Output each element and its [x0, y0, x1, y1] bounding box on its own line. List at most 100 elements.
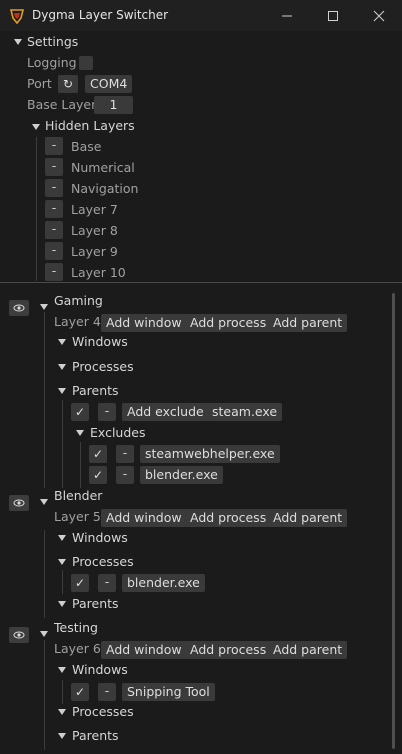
visibility-toggle[interactable]	[9, 627, 29, 643]
tree-guide	[62, 400, 63, 488]
layer-name: Gaming	[54, 293, 103, 308]
minimize-button[interactable]	[264, 0, 310, 31]
hidden-layers-header[interactable]: Hidden Layers	[45, 118, 135, 133]
enabled-checkbox[interactable]: ✓	[71, 574, 89, 592]
enabled-checkbox[interactable]: ✓	[89, 466, 107, 484]
refresh-icon: ↻	[62, 77, 74, 91]
windows-collapse-arrow[interactable]	[58, 339, 66, 345]
add-window-button[interactable]: Add window	[101, 509, 187, 527]
unhide-layer-button[interactable]: -	[45, 242, 63, 260]
processes-collapse-arrow[interactable]	[58, 559, 66, 565]
processes-collapse-arrow[interactable]	[58, 709, 66, 715]
divider	[0, 282, 402, 283]
tree-guide	[80, 442, 81, 488]
windows-collapse-arrow[interactable]	[58, 667, 66, 673]
unhide-layer-button[interactable]: -	[45, 179, 63, 197]
title-bar: Dygma Layer Switcher	[0, 0, 402, 31]
parents-collapse-arrow[interactable]	[58, 733, 66, 739]
port-label: Port	[27, 76, 52, 91]
remove-button[interactable]: -	[98, 683, 116, 701]
eye-icon	[13, 304, 25, 312]
window-entry[interactable]: Snipping Tool	[122, 683, 215, 701]
process-entry[interactable]: blender.exe	[122, 574, 205, 592]
layer-collapse-arrow[interactable]	[40, 631, 48, 637]
layer-collapse-arrow[interactable]	[40, 499, 48, 505]
base-layer-input[interactable]: 1	[94, 96, 133, 114]
window-title: Dygma Layer Switcher	[32, 8, 169, 22]
hidden-layer-label: Numerical	[71, 160, 135, 175]
enabled-checkbox[interactable]: ✓	[71, 403, 89, 421]
base-layer-label: Base Layer	[27, 97, 97, 112]
layer-collapse-arrow[interactable]	[40, 304, 48, 310]
remove-button[interactable]: -	[116, 466, 134, 484]
exclude-entry[interactable]: steamwebhelper.exe	[140, 445, 280, 463]
parent-entry[interactable]: steam.exe	[207, 403, 283, 421]
logging-label: Logging	[27, 55, 77, 70]
hidden-layer-label: Layer 8	[71, 223, 118, 238]
processes-collapse-arrow[interactable]	[58, 364, 66, 370]
add-parent-button[interactable]: Add parent	[268, 314, 348, 332]
hidden-layer-label: Layer 7	[71, 202, 118, 217]
excludes-group: Excludes	[90, 425, 146, 440]
visibility-toggle[interactable]	[9, 300, 29, 316]
unhide-layer-button[interactable]: -	[45, 221, 63, 239]
add-process-button[interactable]: Add process	[185, 641, 272, 659]
windows-group: Windows	[72, 334, 128, 349]
parents-collapse-arrow[interactable]	[58, 601, 66, 607]
close-button[interactable]	[356, 0, 402, 31]
add-parent-button[interactable]: Add parent	[268, 641, 348, 659]
layer-name: Testing	[54, 620, 98, 635]
minimize-icon	[282, 15, 292, 16]
dygma-logo-icon	[9, 9, 25, 24]
tree-guide	[44, 312, 45, 488]
enabled-checkbox[interactable]: ✓	[89, 445, 107, 463]
settings-header[interactable]: Settings	[27, 34, 78, 49]
parents-collapse-arrow[interactable]	[58, 388, 66, 394]
tree-guide	[62, 570, 63, 594]
parents-group: Parents	[72, 596, 119, 611]
hidden-layer-label: Base	[71, 139, 102, 154]
unhide-layer-button[interactable]: -	[45, 158, 63, 176]
add-exclude-button[interactable]: Add exclude	[122, 403, 209, 421]
close-icon	[373, 10, 385, 21]
eye-icon	[13, 499, 25, 507]
eye-icon	[13, 631, 25, 639]
maximize-button[interactable]	[310, 0, 356, 31]
hidden-layers-collapse-arrow[interactable]	[32, 124, 40, 130]
remove-button[interactable]: -	[116, 445, 134, 463]
layer-number: Layer 6	[54, 641, 101, 656]
windows-group: Windows	[72, 530, 128, 545]
hidden-layer-label: Layer 9	[71, 244, 118, 259]
exclude-entry[interactable]: blender.exe	[140, 466, 223, 484]
add-process-button[interactable]: Add process	[185, 509, 272, 527]
scrollbar[interactable]	[392, 293, 395, 749]
tree-guide	[44, 530, 45, 618]
add-window-button[interactable]: Add window	[101, 641, 187, 659]
settings-collapse-arrow[interactable]	[14, 39, 22, 45]
processes-group: Processes	[72, 359, 134, 374]
enabled-checkbox[interactable]: ✓	[71, 683, 89, 701]
remove-button[interactable]: -	[98, 403, 116, 421]
excludes-collapse-arrow[interactable]	[76, 430, 84, 436]
processes-group: Processes	[72, 704, 134, 719]
remove-button[interactable]: -	[98, 574, 116, 592]
processes-group: Processes	[72, 554, 134, 569]
add-window-button[interactable]: Add window	[101, 314, 187, 332]
parents-group: Parents	[72, 728, 119, 743]
add-process-button[interactable]: Add process	[185, 314, 272, 332]
add-parent-button[interactable]: Add parent	[268, 509, 348, 527]
layer-number: Layer 4	[54, 314, 101, 329]
logging-checkbox[interactable]	[79, 56, 93, 70]
windows-group: Windows	[72, 662, 128, 677]
layer-number: Layer 5	[54, 509, 101, 524]
hidden-layer-label: Navigation	[71, 181, 139, 196]
maximize-icon	[328, 10, 338, 21]
port-select[interactable]: COM4	[85, 75, 133, 93]
visibility-toggle[interactable]	[9, 495, 29, 511]
windows-collapse-arrow[interactable]	[58, 535, 66, 541]
unhide-layer-button[interactable]: -	[45, 200, 63, 218]
parents-group: Parents	[72, 383, 119, 398]
unhide-layer-button[interactable]: -	[45, 263, 63, 281]
refresh-port-button[interactable]: ↻	[58, 75, 78, 93]
unhide-layer-button[interactable]: -	[45, 137, 63, 155]
